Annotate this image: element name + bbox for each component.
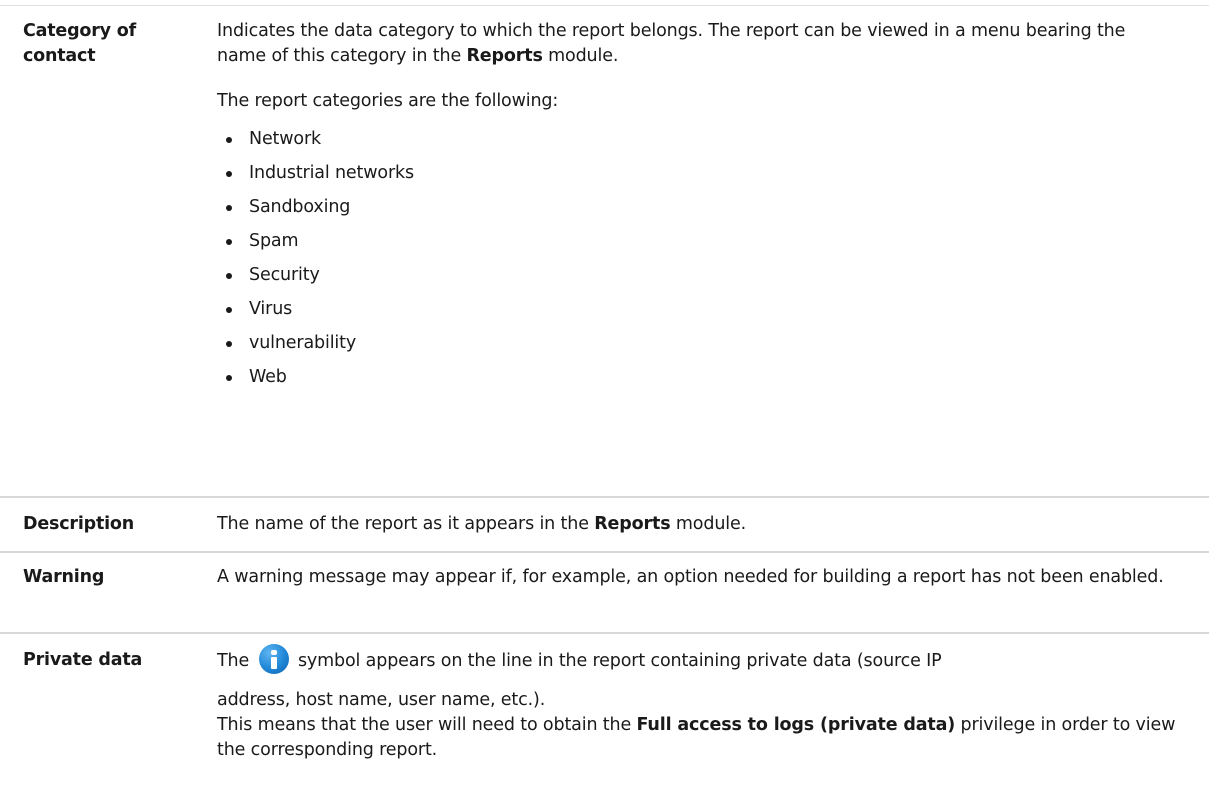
- info-icon: [258, 644, 289, 674]
- row-divider: [0, 496, 1209, 498]
- term-category: Category of contact: [23, 21, 137, 66]
- list-item: Spam: [217, 229, 1187, 263]
- list-item: Sandboxing: [217, 195, 1187, 229]
- list-item: Network: [217, 127, 1187, 161]
- list-item: vulnerability: [217, 331, 1187, 365]
- reports-module-name: Reports: [466, 46, 543, 66]
- category-list-intro: The report categories are the following:: [217, 91, 559, 111]
- definition-private-data: The symbol appears on the line in the re…: [217, 644, 1192, 763]
- definition-description: The name of the report as it appears in …: [217, 514, 747, 534]
- list-item: Web: [217, 365, 1187, 399]
- term-private-data: Private data: [23, 650, 143, 670]
- category-list: Network Industrial networks Sandboxing S…: [217, 127, 1187, 399]
- list-item: Security: [217, 263, 1187, 297]
- term-warning: Warning: [23, 567, 105, 587]
- reports-module-name: Reports: [594, 514, 671, 534]
- list-item: Virus: [217, 297, 1187, 331]
- row-divider: [0, 551, 1209, 553]
- definition-category: Indicates the data category to which the…: [217, 19, 1187, 399]
- term-description: Description: [23, 514, 134, 534]
- category-intro: Indicates the data category to which the…: [217, 21, 1126, 66]
- privilege-name: Full access to logs (private data): [636, 715, 956, 735]
- row-divider: [0, 632, 1209, 634]
- definition-warning: A warning message may appear if, for exa…: [217, 567, 1164, 587]
- list-item: Industrial networks: [217, 161, 1187, 195]
- table-top-border: [0, 5, 1209, 6]
